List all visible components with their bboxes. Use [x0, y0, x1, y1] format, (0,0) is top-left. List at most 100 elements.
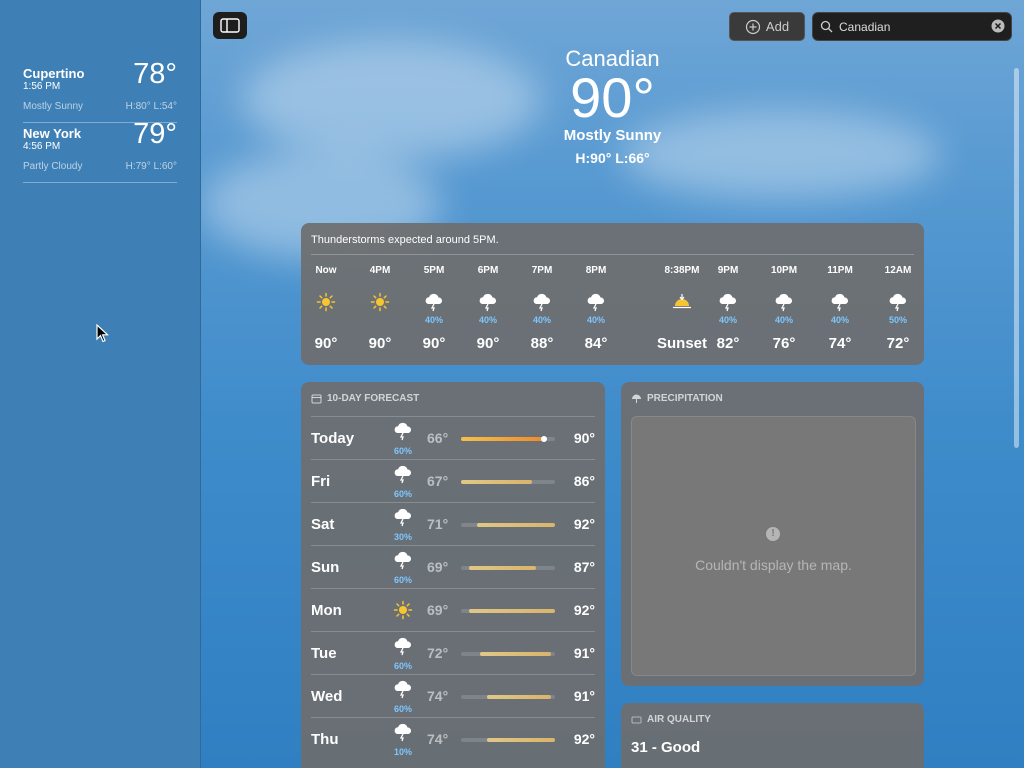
current-condition: Mostly Sunny — [563, 127, 662, 144]
forecast-high: 86° — [573, 473, 595, 489]
hour-precip-chance — [301, 315, 351, 327]
hourly-item: Now 90° — [301, 265, 351, 352]
forecast-icon: 60% — [391, 550, 415, 585]
hour-label: Now — [315, 265, 337, 276]
forecast-precip-chance: 60% — [393, 661, 412, 671]
forecast-low: 74° — [427, 688, 449, 704]
sidebar-toggle-button[interactable] — [213, 12, 247, 39]
hour-label: 11PM — [827, 265, 853, 276]
clear-search-icon[interactable] — [991, 19, 1005, 33]
hour-temp: 90° — [368, 335, 392, 352]
forecast-icon: 10% — [391, 722, 415, 757]
forecast-icon: 30% — [391, 507, 415, 542]
forecast-row[interactable]: Mon 69° 92° — [311, 588, 595, 632]
hour-precip-chance — [355, 315, 405, 327]
search-icon — [820, 20, 833, 33]
hourly-item: 9PM 40% 82° — [703, 265, 753, 352]
plus-circle-icon — [745, 19, 761, 34]
forecast-icon: 60% — [391, 636, 415, 671]
search-input[interactable]: Canadian — [839, 20, 890, 34]
hour-label: 10PM — [770, 265, 798, 276]
current-hilo: H:90° L:66° — [575, 150, 650, 166]
forecast-high: 92° — [573, 602, 595, 618]
forecast-high: 91° — [573, 688, 595, 704]
hour-label: 7PM — [531, 265, 553, 276]
forecast-icon — [391, 600, 415, 625]
forecast-row[interactable]: Sun 60% 69° 87° — [311, 545, 595, 589]
sidebar-item-cupertino[interactable]: Cupertino 1:56 PM 78° Mostly Sunny H:80°… — [23, 58, 177, 123]
forecast-day: Fri — [311, 473, 331, 490]
sidebar-item-new-york[interactable]: New York 4:56 PM 79° Partly Cloudy H:79°… — [23, 118, 177, 183]
calendar-icon — [311, 394, 322, 404]
temperature-range-bar — [461, 652, 555, 656]
forecast-row[interactable]: Thu 10% 74° 92° — [311, 717, 595, 761]
add-button[interactable]: Add — [729, 12, 805, 41]
panel-title: 10-DAY FORECAST — [311, 393, 419, 404]
hourly-item: 5PM 40% 90° — [409, 265, 459, 352]
air-quality-title: AIR QUALITY — [647, 714, 711, 725]
forecast-icon: 60% — [391, 421, 415, 456]
hour-precip-chance: 40% — [774, 315, 793, 325]
forecast-low: 74° — [427, 731, 449, 747]
scrollbar[interactable] — [1014, 68, 1019, 448]
city-time: 4:56 PM — [23, 141, 61, 152]
hour-precip-chance: 50% — [888, 315, 907, 325]
forecast-low: 71° — [427, 516, 449, 532]
air-quality-panel[interactable]: AIR QUALITY 31 - Good — [621, 703, 924, 768]
hour-icon — [759, 289, 809, 315]
divider — [311, 254, 914, 255]
hourly-item: 8PM 40% 84° — [571, 265, 621, 352]
sidebar: Cupertino 1:56 PM 78° Mostly Sunny H:80°… — [0, 0, 201, 768]
forecast-row[interactable]: Fri 60% 67° 86° — [311, 459, 595, 503]
city-condition: Partly Cloudy — [23, 161, 83, 172]
forecast-high: 90° — [573, 430, 595, 446]
hourly-forecast-panel[interactable]: Thunderstorms expected around 5PM. Now 90… — [301, 223, 924, 365]
forecast-high: 87° — [573, 559, 595, 575]
forecast-day: Sun — [311, 559, 340, 576]
hour-precip-chance: 40% — [830, 315, 849, 325]
forecast-row[interactable]: Today 60% 66° 90° — [311, 416, 595, 460]
forecast-row[interactable]: Wed 60% 74° 91° — [311, 674, 595, 718]
ten-day-forecast-panel[interactable]: 10-DAY FORECAST Today 60% 66° 90° Fri 60% 67° 8… — [301, 382, 605, 768]
thunderstorm-icon — [394, 723, 412, 742]
temperature-range-bar — [461, 738, 555, 742]
temperature-range-bar — [461, 436, 555, 442]
forecast-precip-chance: 10% — [393, 747, 412, 757]
precipitation-map[interactable]: ! Couldn't display the map. — [631, 416, 916, 676]
forecast-day: Today — [311, 430, 355, 447]
hour-icon — [873, 289, 923, 315]
forecast-row[interactable]: Tue 60% 72° 91° — [311, 631, 595, 675]
hour-label: 12AM — [884, 265, 912, 276]
forecast-row[interactable]: Sat 30% 71° 92° — [311, 502, 595, 546]
city-temp: 78° — [133, 58, 177, 90]
hour-label: 9PM — [717, 265, 739, 276]
search-field[interactable]: Canadian — [812, 12, 1012, 41]
panel-title: AIR QUALITY — [631, 714, 711, 725]
hourly-item: 10PM 40% 76° — [759, 265, 809, 352]
thunderstorm-icon — [533, 293, 551, 312]
hour-temp: 90° — [422, 335, 446, 352]
hour-label: 8PM — [585, 265, 607, 276]
hour-icon — [355, 289, 405, 315]
hour-temp: 84° — [584, 335, 608, 352]
temperature-range-fill — [461, 437, 544, 441]
precipitation-panel[interactable]: PRECIPITATION ! Couldn't display the map… — [621, 382, 924, 686]
hour-precip-chance: 40% — [478, 315, 497, 325]
temperature-range-bar — [461, 609, 555, 613]
thunderstorm-icon — [775, 293, 793, 312]
hourly-item: 12AM 50% 72° — [873, 265, 923, 352]
city-hilo: H:80° L:54° — [125, 101, 177, 112]
current-temp-dot — [540, 436, 547, 442]
thunderstorm-icon — [831, 293, 849, 312]
hourly-item: 7PM 40% 88° — [517, 265, 567, 352]
air-quality-icon — [631, 716, 642, 724]
sun-icon — [393, 600, 413, 620]
temperature-range-fill — [468, 566, 537, 570]
sidebar-icon — [220, 18, 240, 33]
temperature-range-bar — [461, 480, 555, 484]
city-name: Cupertino — [23, 66, 85, 81]
forecast-day: Wed — [311, 688, 343, 705]
city-hilo: H:79° L:60° — [125, 161, 177, 172]
temperature-range-fill — [461, 480, 533, 484]
forecast-low: 66° — [427, 430, 449, 446]
